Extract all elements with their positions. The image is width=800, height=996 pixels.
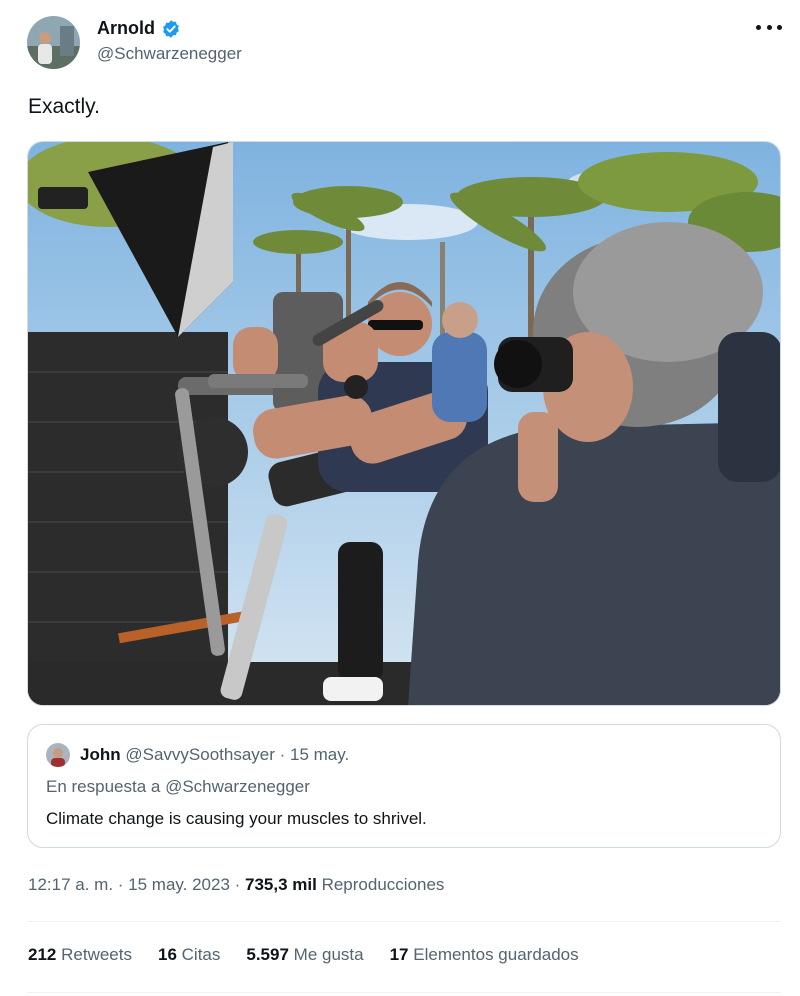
views-label: Reproducciones	[321, 875, 445, 894]
tweet-photo[interactable]	[27, 141, 781, 706]
more-options-icon[interactable]	[756, 20, 782, 34]
quoted-header: John @SavvySoothsayer · 15 may.	[80, 745, 349, 765]
author-display-name[interactable]: Arnold	[97, 18, 155, 39]
bookmarks-count: 17	[389, 945, 409, 964]
tweet-text: Exactly.	[28, 95, 100, 118]
quoted-reply-context: En respuesta a @Schwarzenegger	[46, 777, 310, 796]
quotes-stat[interactable]: 16 Citas	[158, 945, 220, 965]
views-count: 735,3 mil	[245, 875, 317, 894]
quoted-tweet-text: Climate change is causing your muscles t…	[46, 809, 427, 828]
quoted-tweet[interactable]: John @SavvySoothsayer · 15 may. En respu…	[27, 724, 781, 848]
tweet-timestamp[interactable]: 12:17 a. m. · 15 may. 2023 ·	[28, 875, 245, 894]
likes-label: Me gusta	[293, 945, 364, 964]
retweets-label: Retweets	[61, 945, 132, 964]
verified-badge-icon[interactable]	[161, 19, 181, 39]
bookmarks-stat[interactable]: 17 Elementos guardados	[390, 945, 579, 965]
quotes-count: 16	[157, 945, 177, 964]
retweets-count: 212	[28, 945, 57, 964]
tweet-card: Arnold @Schwarzenegger Exactly. John @Sa…	[0, 0, 800, 996]
quoted-avatar[interactable]	[46, 743, 70, 767]
divider	[27, 992, 781, 993]
likes-count: 5.597	[246, 945, 289, 964]
quoted-author-name[interactable]: John	[80, 745, 121, 764]
quoted-author-meta: @SavvySoothsayer · 15 may.	[125, 745, 350, 764]
author-name-row[interactable]: Arnold	[97, 18, 181, 39]
quotes-label: Citas	[181, 945, 221, 964]
tweet-stats: 212 Retweets 16 Citas 5.597 Me gusta 17 …	[28, 945, 579, 965]
retweets-stat[interactable]: 212 Retweets	[28, 945, 132, 965]
likes-stat[interactable]: 5.597 Me gusta	[246, 945, 363, 965]
divider	[27, 921, 781, 922]
bookmarks-label: Elementos guardados	[413, 945, 579, 964]
tweet-meta: 12:17 a. m. · 15 may. 2023 · 735,3 mil R…	[28, 875, 444, 895]
avatar[interactable]	[27, 16, 80, 69]
author-handle[interactable]: @Schwarzenegger	[97, 44, 242, 64]
